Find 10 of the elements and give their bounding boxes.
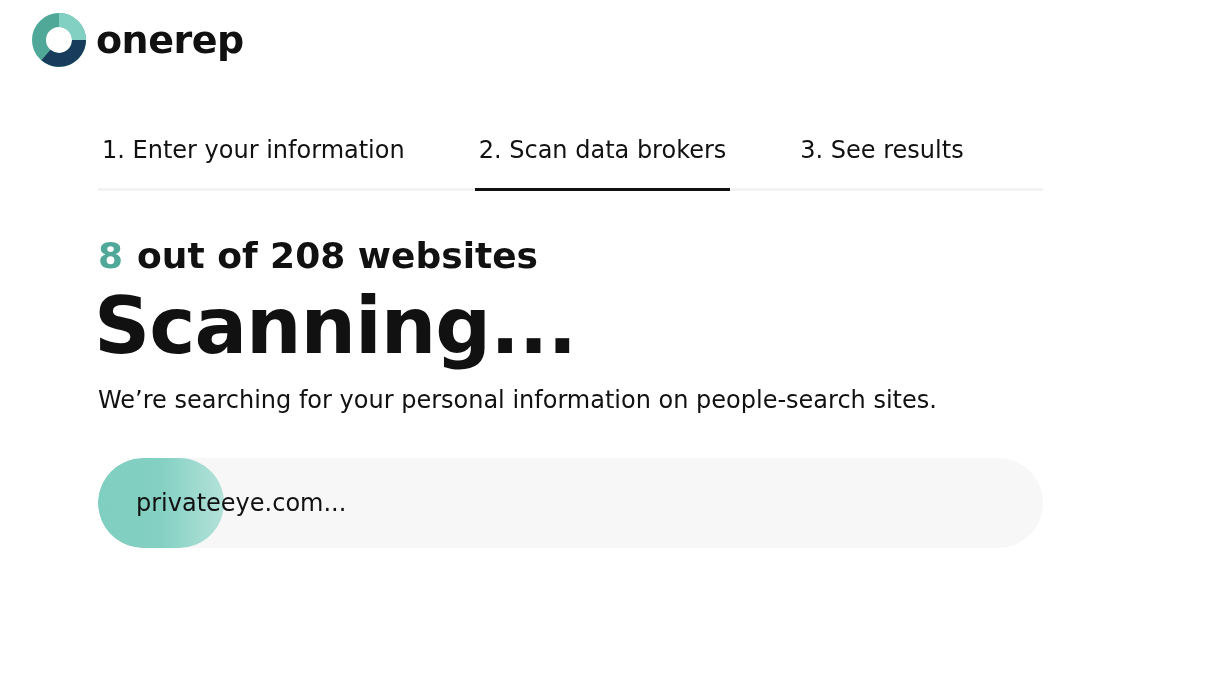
step-tab[interactable]: 2. Scan data brokers [474, 118, 731, 191]
page-title: Scanning... [94, 286, 578, 368]
logo-icon [32, 13, 86, 67]
scanned-count: 8 [98, 235, 124, 276]
description: We’re searching for your personal information on people-search sites. [98, 385, 938, 414]
logo-wordmark: onerep [96, 18, 244, 62]
step-tab[interactable]: 3. See results [796, 118, 968, 191]
current-site: privateeye.com... [136, 488, 347, 517]
step-tab[interactable]: 1. Enter your information [98, 118, 409, 191]
counter-label: out of 208 websites [137, 235, 539, 276]
